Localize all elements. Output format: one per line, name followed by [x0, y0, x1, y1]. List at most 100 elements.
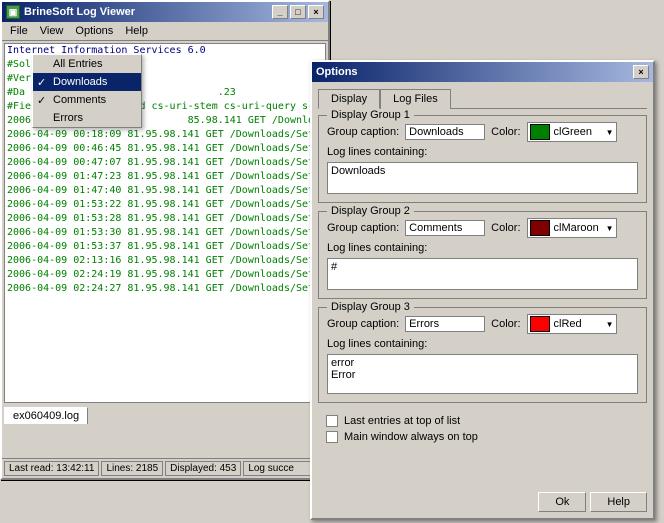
- log-line-12: 2006-04-09 01:53:30 81.95.98.141 GET /Do…: [5, 226, 325, 240]
- tab-bar: ex060409.log: [4, 407, 326, 424]
- status-displayed: Displayed: 453: [165, 461, 241, 476]
- group-3-color-swatch: [530, 316, 550, 332]
- dropdown-comments[interactable]: ✓ Comments: [33, 91, 141, 109]
- status-last-read: Last read: 13:42:11: [4, 461, 99, 476]
- group-2-dropdown-arrow: ▼: [606, 224, 614, 233]
- group-2-log-label: Log lines containing:: [327, 242, 427, 254]
- menu-bar: File View Options Help: [2, 22, 328, 41]
- log-line-9: 2006-04-09 01:47:40 81.95.98.141 GET /Do…: [5, 184, 325, 198]
- options-title-text: Options: [316, 66, 358, 78]
- group-2-caption-label: Group caption:: [327, 222, 399, 234]
- group-2-log-textbox[interactable]: #: [327, 258, 638, 290]
- group-1-title: Display Group 1: [327, 109, 414, 121]
- options-dialog: Options × Display Log Files Display Grou…: [310, 60, 655, 520]
- options-body: Display Group 1 Group caption: Color: cl…: [312, 109, 653, 495]
- tab-display[interactable]: Display: [318, 89, 380, 109]
- checkbox-last-entries[interactable]: [326, 415, 338, 427]
- ok-button[interactable]: Ok: [538, 492, 586, 512]
- dropdown-all-entries[interactable]: All Entries: [33, 55, 141, 73]
- main-title-group: ▣ BrineSoft Log Viewer: [6, 5, 135, 19]
- group-3-color-name: clRed: [554, 318, 582, 330]
- menu-help[interactable]: Help: [119, 23, 154, 39]
- comments-label: Comments: [53, 94, 106, 106]
- main-title-bar: ▣ BrineSoft Log Viewer _ □ ×: [2, 2, 328, 22]
- downloads-check: ✓: [37, 76, 46, 89]
- group-3-log-textbox[interactable]: errorError: [327, 354, 638, 394]
- log-line-10: 2006-04-09 01:53:22 81.95.98.141 GET /Do…: [5, 198, 325, 212]
- options-title-bar: Options ×: [312, 62, 653, 82]
- title-buttons: _ □ ×: [272, 5, 324, 19]
- log-line-13: 2006-04-09 01:53:37 81.95.98.141 GET /Do…: [5, 240, 325, 254]
- group-3-log-label: Log lines containing:: [327, 338, 427, 350]
- menu-options[interactable]: Options: [69, 23, 119, 39]
- all-entries-label: All Entries: [53, 58, 103, 70]
- dialog-buttons: Ok Help: [538, 492, 647, 512]
- view-dropdown: All Entries ✓ Downloads ✓ Comments Error…: [32, 54, 142, 128]
- app-icon: ▣: [6, 5, 20, 19]
- log-tab[interactable]: ex060409.log: [4, 407, 88, 424]
- group-3-color-dropdown[interactable]: clRed ▼: [527, 314, 617, 334]
- group-1-log-textbox[interactable]: Downloads: [327, 162, 638, 194]
- group-1-log-label: Log lines containing:: [327, 146, 427, 158]
- group-2-caption-row: Group caption: Color: clMaroon ▼: [327, 218, 638, 238]
- log-line-15: 2006-04-09 02:24:19 81.95.98.141 GET /Do…: [5, 268, 325, 282]
- group-1-log-label-row: Log lines containing:: [327, 146, 638, 158]
- group-2-color-inner: clMaroon: [530, 220, 599, 236]
- checkbox-always-on-top[interactable]: [326, 431, 338, 443]
- group-1-color-name: clGreen: [554, 126, 593, 138]
- log-line-11: 2006-04-09 01:53:28 81.95.98.141 GET /Do…: [5, 212, 325, 226]
- group-1-dropdown-arrow: ▼: [606, 128, 614, 137]
- log-line-14: 2006-04-09 02:13:16 81.95.98.141 GET /Do…: [5, 254, 325, 268]
- close-button[interactable]: ×: [308, 5, 324, 19]
- group-2-log-label-row: Log lines containing:: [327, 242, 638, 254]
- dropdown-errors[interactable]: Errors: [33, 109, 141, 127]
- group-1-caption-label: Group caption:: [327, 126, 399, 138]
- group-2-color-name: clMaroon: [554, 222, 599, 234]
- help-button[interactable]: Help: [590, 492, 647, 512]
- group-1-color-dropdown[interactable]: clGreen ▼: [527, 122, 617, 142]
- status-bar: Last read: 13:42:11 Lines: 2185 Displaye…: [2, 458, 328, 478]
- menu-view[interactable]: View: [34, 23, 70, 39]
- group-2-color-label: Color:: [491, 222, 520, 234]
- status-lines: Lines: 2185: [101, 461, 163, 476]
- options-close-button[interactable]: ×: [633, 65, 649, 79]
- group-2-caption-input[interactable]: [405, 220, 485, 236]
- check-row-2: Main window always on top: [326, 431, 639, 443]
- group-1-caption-row: Group caption: Color: clGreen ▼: [327, 122, 638, 142]
- errors-label: Errors: [53, 112, 83, 124]
- group-3-dropdown-arrow: ▼: [606, 320, 614, 329]
- minimize-button[interactable]: _: [272, 5, 288, 19]
- main-window-title: BrineSoft Log Viewer: [24, 6, 135, 18]
- display-group-3: Display Group 3 Group caption: Color: cl…: [318, 307, 647, 403]
- group-1-color-swatch: [530, 124, 550, 140]
- comments-check: ✓: [37, 94, 46, 107]
- group-1-color-label: Color:: [491, 126, 520, 138]
- group-3-caption-label: Group caption:: [327, 318, 399, 330]
- menu-file[interactable]: File: [4, 23, 34, 39]
- log-line-7: 2006-04-09 00:47:07 81.95.98.141 GET /Do…: [5, 156, 325, 170]
- group-1-caption-input[interactable]: [405, 124, 485, 140]
- group-3-log-label-row: Log lines containing:: [327, 338, 638, 350]
- options-tab-bar: Display Log Files: [318, 88, 647, 109]
- tab-log-files[interactable]: Log Files: [380, 89, 451, 109]
- group-1-color-inner: clGreen: [530, 124, 593, 140]
- bottom-checkboxes: Last entries at top of list Main window …: [318, 411, 647, 451]
- group-2-color-dropdown[interactable]: clMaroon ▼: [527, 218, 617, 238]
- main-window: ▣ BrineSoft Log Viewer _ □ × File View O…: [0, 0, 330, 480]
- log-line-8: 2006-04-09 01:47:23 81.95.98.141 GET /Do…: [5, 170, 325, 184]
- checkbox-last-entries-label: Last entries at top of list: [344, 415, 460, 427]
- group-3-title: Display Group 3: [327, 301, 414, 313]
- display-group-2: Display Group 2 Group caption: Color: cl…: [318, 211, 647, 299]
- log-line-16: 2006-04-09 02:24:27 81.95.98.141 GET /Do…: [5, 282, 325, 296]
- downloads-label: Downloads: [53, 76, 107, 88]
- check-row-1: Last entries at top of list: [326, 415, 639, 427]
- group-3-caption-input[interactable]: [405, 316, 485, 332]
- maximize-button[interactable]: □: [290, 5, 306, 19]
- dropdown-downloads[interactable]: ✓ Downloads: [33, 73, 141, 91]
- group-3-color-label: Color:: [491, 318, 520, 330]
- display-group-1: Display Group 1 Group caption: Color: cl…: [318, 115, 647, 203]
- log-line-6: 2006-04-09 00:46:45 81.95.98.141 GET /Do…: [5, 142, 325, 156]
- group-3-color-inner: clRed: [530, 316, 582, 332]
- group-2-title: Display Group 2: [327, 205, 414, 217]
- group-2-color-swatch: [530, 220, 550, 236]
